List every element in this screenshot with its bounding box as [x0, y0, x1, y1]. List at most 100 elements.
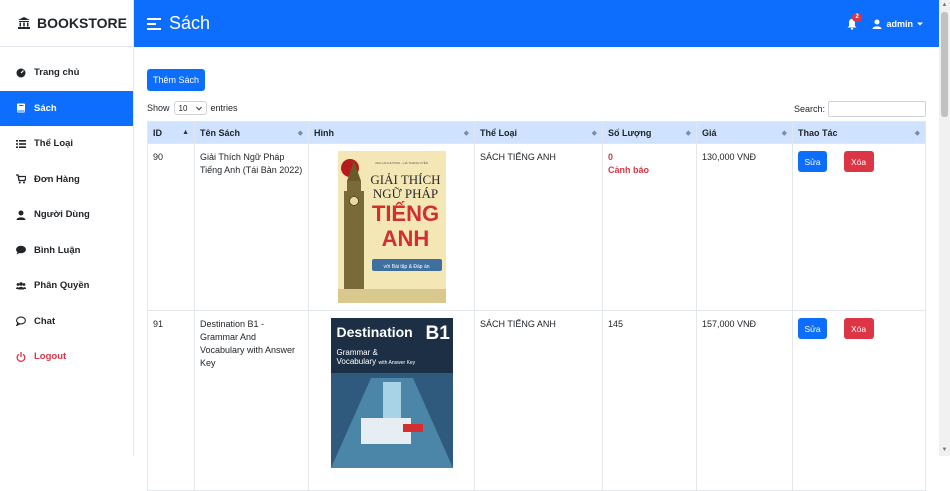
- search-input[interactable]: [828, 101, 926, 117]
- scrollbar-thumb[interactable]: [941, 12, 948, 117]
- chevron-down-icon: [195, 106, 202, 111]
- quantity-value: 0: [608, 152, 614, 162]
- book-cover: Destination B1 Grammar & Vocabulary with…: [330, 318, 453, 468]
- scrollbar[interactable]: ▲ ▼: [939, 0, 950, 456]
- sort-icon: ◆: [463, 130, 469, 137]
- main-content: Thêm Sách Show 10 entries Search: ID ▲ Tê…: [134, 47, 939, 491]
- column-label: Hình: [314, 127, 334, 138]
- notification-badge: 2: [852, 12, 862, 22]
- caret-down-icon: [917, 22, 923, 25]
- brand[interactable]: BOOKSTORE: [0, 0, 133, 47]
- column-header-category[interactable]: Thể Loại ◆: [474, 121, 603, 144]
- sort-icon: ◆: [685, 130, 691, 137]
- sidebar-item-label: Sách: [34, 102, 57, 114]
- quantity-value: 145: [608, 319, 624, 329]
- topbar: Sách 2 admin: [134, 0, 939, 47]
- page-length-control: Show 10 entries: [147, 101, 238, 115]
- cell-actions: Sửa Xóa: [792, 310, 926, 491]
- column-header-name[interactable]: Tên Sách ◆: [194, 121, 309, 144]
- user-menu[interactable]: admin: [872, 19, 923, 29]
- user-icon: [872, 19, 882, 29]
- delete-button[interactable]: Xóa: [843, 151, 874, 172]
- column-label: Tên Sách: [200, 127, 241, 138]
- sort-icon: ◆: [781, 130, 787, 137]
- column-label: Thao Tác: [798, 127, 838, 138]
- column-header-actions[interactable]: Thao Tác ◆: [792, 121, 926, 144]
- sidebar-item-binh-luan[interactable]: Bình Luận: [0, 233, 133, 269]
- cell-quantity: 0 Cảnh báo: [602, 143, 697, 311]
- edit-button[interactable]: Sửa: [798, 151, 827, 172]
- column-header-quantity[interactable]: Số Lượng ◆: [602, 121, 697, 144]
- book-icon: [17, 103, 25, 113]
- sidebar-item-the-loai[interactable]: Thể Loại: [0, 126, 133, 162]
- delete-button[interactable]: Xóa: [843, 318, 874, 339]
- brand-name: BOOKSTORE: [37, 15, 127, 31]
- list-icon: [16, 139, 26, 148]
- cell-id: 91: [147, 310, 195, 491]
- cover-title-1: GIẢI THÍCH: [370, 172, 441, 187]
- sidebar-item-label: Logout: [34, 351, 67, 363]
- table-row: 91 Destination B1 - Grammar And Vocabula…: [147, 310, 926, 491]
- cart-icon: [16, 174, 26, 184]
- sidebar-item-nguoi-dung[interactable]: Người Dùng: [0, 197, 133, 233]
- sidebar-item-don-hang[interactable]: Đơn Hàng: [0, 162, 133, 198]
- cell-category: SÁCH TIẾNG ANH: [474, 143, 603, 311]
- cover-title-4: ANH: [381, 226, 430, 251]
- cover-level: B1: [425, 322, 450, 346]
- sidebar-item-trang-chu[interactable]: Trang chủ: [0, 55, 133, 91]
- column-header-image[interactable]: Hình ◆: [308, 121, 475, 144]
- cell-price: 157,000 VNĐ: [696, 310, 793, 491]
- search-label: Search:: [793, 104, 825, 114]
- cell-image: Destination B1 Grammar & Vocabulary with…: [308, 310, 475, 491]
- menu-toggle-icon[interactable]: [147, 17, 161, 31]
- notifications-button[interactable]: 2: [846, 12, 862, 30]
- page-length-value: 10: [178, 103, 188, 113]
- cell-name: Destination B1 - Grammar And Vocabulary …: [194, 310, 309, 491]
- sidebar-item-label: Phân Quyền: [34, 280, 90, 292]
- sidebar-item-sach[interactable]: Sách: [0, 90, 133, 126]
- column-label: Thể Loại: [480, 127, 518, 138]
- cell-actions: Sửa Xóa: [792, 143, 926, 311]
- sidebar-nav: Trang chủ Sách Thể Loại Đơn Hàng Người D…: [0, 55, 133, 375]
- scroll-up-icon[interactable]: ▲: [941, 2, 948, 9]
- edit-button[interactable]: Sửa: [798, 318, 827, 339]
- cover-title-4: with Answer Key: [378, 360, 416, 366]
- cell-id: 90: [147, 143, 195, 311]
- sort-icon: ◆: [297, 130, 303, 137]
- cell-category: SÁCH TIẾNG ANH: [474, 310, 603, 491]
- sort-asc-icon: ▲: [182, 129, 189, 136]
- add-book-button[interactable]: Thêm Sách: [147, 69, 205, 91]
- sidebar-item-label: Đơn Hàng: [34, 173, 80, 185]
- sort-icon: ◆: [591, 130, 597, 137]
- entries-label: entries: [210, 103, 238, 113]
- sidebar: BOOKSTORE Trang chủ Sách Thể Loại Đơn Hà…: [0, 0, 134, 456]
- cell-name: Giải Thích Ngữ Pháp Tiếng Anh (Tái Bản 2…: [194, 143, 309, 311]
- username: admin: [886, 18, 913, 29]
- cell-quantity: 145: [602, 310, 697, 491]
- cell-image: MAI LAN HƯƠNG – HÀ THANH UYÊN GIẢI THÍCH…: [308, 143, 475, 311]
- sidebar-item-label: Chat: [34, 315, 56, 327]
- sidebar-item-label: Người Dùng: [34, 209, 90, 221]
- table-header-row: ID ▲ Tên Sách ◆ Hình ◆ Thể Loại ◆ Số Lượng ◆ …: [147, 121, 926, 144]
- column-header-id[interactable]: ID ▲: [147, 121, 195, 144]
- show-label: Show: [147, 103, 170, 113]
- table-search: Search:: [794, 101, 926, 117]
- dashboard-icon: [16, 68, 26, 78]
- cell-price: 130,000 VNĐ: [696, 143, 793, 311]
- user-icon: [16, 210, 26, 220]
- cover-authors: MAI LAN HƯƠNG – HÀ THANH UYÊN: [375, 161, 428, 165]
- cover-title-3: TIẾNG: [371, 201, 440, 226]
- sidebar-item-chat[interactable]: Chat: [0, 304, 133, 340]
- table-row: 90 Giải Thích Ngữ Pháp Tiếng Anh (Tái Bả…: [147, 143, 926, 311]
- power-icon: [16, 351, 26, 362]
- books-table: ID ▲ Tên Sách ◆ Hình ◆ Thể Loại ◆ Số Lượng ◆ …: [147, 121, 926, 491]
- sidebar-item-logout[interactable]: Logout: [0, 339, 133, 375]
- column-header-price[interactable]: Giá ◆: [696, 121, 793, 144]
- sidebar-item-phan-quyen[interactable]: Phân Quyền: [0, 268, 133, 304]
- page-length-select[interactable]: 10: [173, 101, 207, 115]
- low-stock-warning: Cảnh báo: [608, 165, 650, 175]
- comment-icon: [16, 245, 26, 255]
- chat-icon: [16, 316, 26, 327]
- scroll-down-icon[interactable]: ▼: [941, 447, 948, 454]
- sidebar-item-label: Bình Luận: [34, 244, 81, 256]
